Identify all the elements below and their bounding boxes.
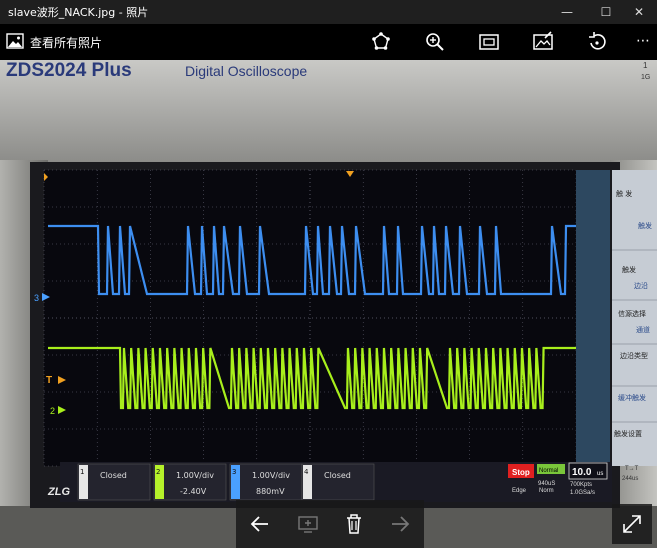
rotate-icon <box>589 32 606 50</box>
menu-item: 触 发 <box>616 189 632 198</box>
minimize-button[interactable]: — <box>549 0 585 24</box>
channel-status-strip: 1 Closed 2 1.00V/div -2.40V 3 1.00V/div 880mV 4 C… <box>77 463 375 501</box>
menu-item: 边沿类型 <box>620 351 648 360</box>
acq-mode: Normal <box>539 468 558 474</box>
collection-link-label: 查看所有照片 <box>30 36 103 50</box>
arrow-right-icon <box>392 516 410 532</box>
timebase-value: 10.0 <box>572 467 592 478</box>
channel-status: Closed <box>324 471 351 480</box>
add-to-icon <box>298 516 318 533</box>
trigger-norm: Norm <box>539 488 554 494</box>
close-button[interactable]: ✕ <box>621 0 657 24</box>
menu-item: 信源选择 <box>618 309 646 318</box>
edit-button[interactable] <box>531 30 555 54</box>
photos-icon <box>6 33 24 49</box>
channel-number: 1 <box>80 468 84 476</box>
edit-icon <box>533 31 553 50</box>
stop-label: Stop <box>512 468 530 477</box>
menu-item: 触发 <box>622 265 636 274</box>
ch3-marker: 3 <box>34 293 39 303</box>
brand-model: ZDS2024 Plus <box>6 60 132 81</box>
trigger-level-marker: T <box>46 375 52 386</box>
menu-item: 触发设置 <box>614 429 642 438</box>
ch2-marker: 2 <box>50 406 55 416</box>
title-bar: slave波形_NACK.jpg - 照片 — ☐ ✕ <box>0 0 657 24</box>
record-length: 700Kpts <box>570 482 592 488</box>
share-button[interactable] <box>369 30 393 54</box>
slideshow-icon <box>479 34 499 50</box>
next-button[interactable] <box>388 512 412 536</box>
menu-item: 触发 <box>638 221 652 230</box>
maximize-button[interactable]: ☐ <box>588 0 624 24</box>
channel-number: 3 <box>232 468 236 476</box>
photo-nav-bar <box>236 500 424 548</box>
zoom-icon <box>426 33 444 51</box>
brand-product: Digital Oscilloscope <box>185 63 307 79</box>
window-title: slave波形_NACK.jpg - 照片 <box>8 6 149 19</box>
slideshow-button[interactable] <box>477 30 501 54</box>
channel-status: 1.00V/div <box>176 471 214 480</box>
acq-sub: 940uS <box>538 481 555 487</box>
channel-number: 4 <box>304 468 309 476</box>
zlg-logo: ZLG <box>47 486 70 498</box>
trash-icon <box>347 514 361 534</box>
photo-viewport[interactable]: ZDS2024 Plus Digital Oscilloscope 1 1G 3… <box>0 60 657 548</box>
share-icon <box>372 32 390 50</box>
time-mode: T→T <box>625 466 639 472</box>
previous-button[interactable] <box>248 512 272 536</box>
more-icon[interactable]: ⋯ <box>631 30 655 54</box>
expand-icon <box>623 515 641 533</box>
sample-rate: 1.0GSa/s <box>570 490 595 496</box>
delete-button[interactable] <box>342 512 366 536</box>
timebase-unit: us <box>597 471 603 477</box>
channel-offset: 880mV <box>256 487 285 496</box>
menu-item: 缓冲触发 <box>618 393 646 402</box>
oscilloscope-photo: ZDS2024 Plus Digital Oscilloscope 1 1G 3… <box>0 60 657 548</box>
add-to-button[interactable] <box>296 512 320 536</box>
menu-item: 边沿 <box>634 281 648 290</box>
arrow-left-icon <box>250 516 268 532</box>
channel-offset: -2.40V <box>180 487 207 496</box>
trigger-edge: Edge <box>512 488 527 494</box>
channel-status: Closed <box>100 471 127 480</box>
rotate-button[interactable] <box>585 30 609 54</box>
side-label-1: 1 <box>643 61 648 70</box>
sample-length: 244us <box>622 476 638 482</box>
channel-number: 2 <box>156 468 160 476</box>
menu-item: 通道 <box>636 325 650 334</box>
fullscreen-button[interactable] <box>612 504 652 544</box>
channel-status: 1.00V/div <box>252 471 290 480</box>
side-label-2: 1G <box>641 74 650 81</box>
app-toolbar: 查看所有照片 ⋯ <box>0 24 657 60</box>
photos-app-window: slave波形_NACK.jpg - 照片 — ☐ ✕ 查看所有照片 ⋯ ZDS… <box>0 0 657 548</box>
zoom-button[interactable] <box>423 30 447 54</box>
